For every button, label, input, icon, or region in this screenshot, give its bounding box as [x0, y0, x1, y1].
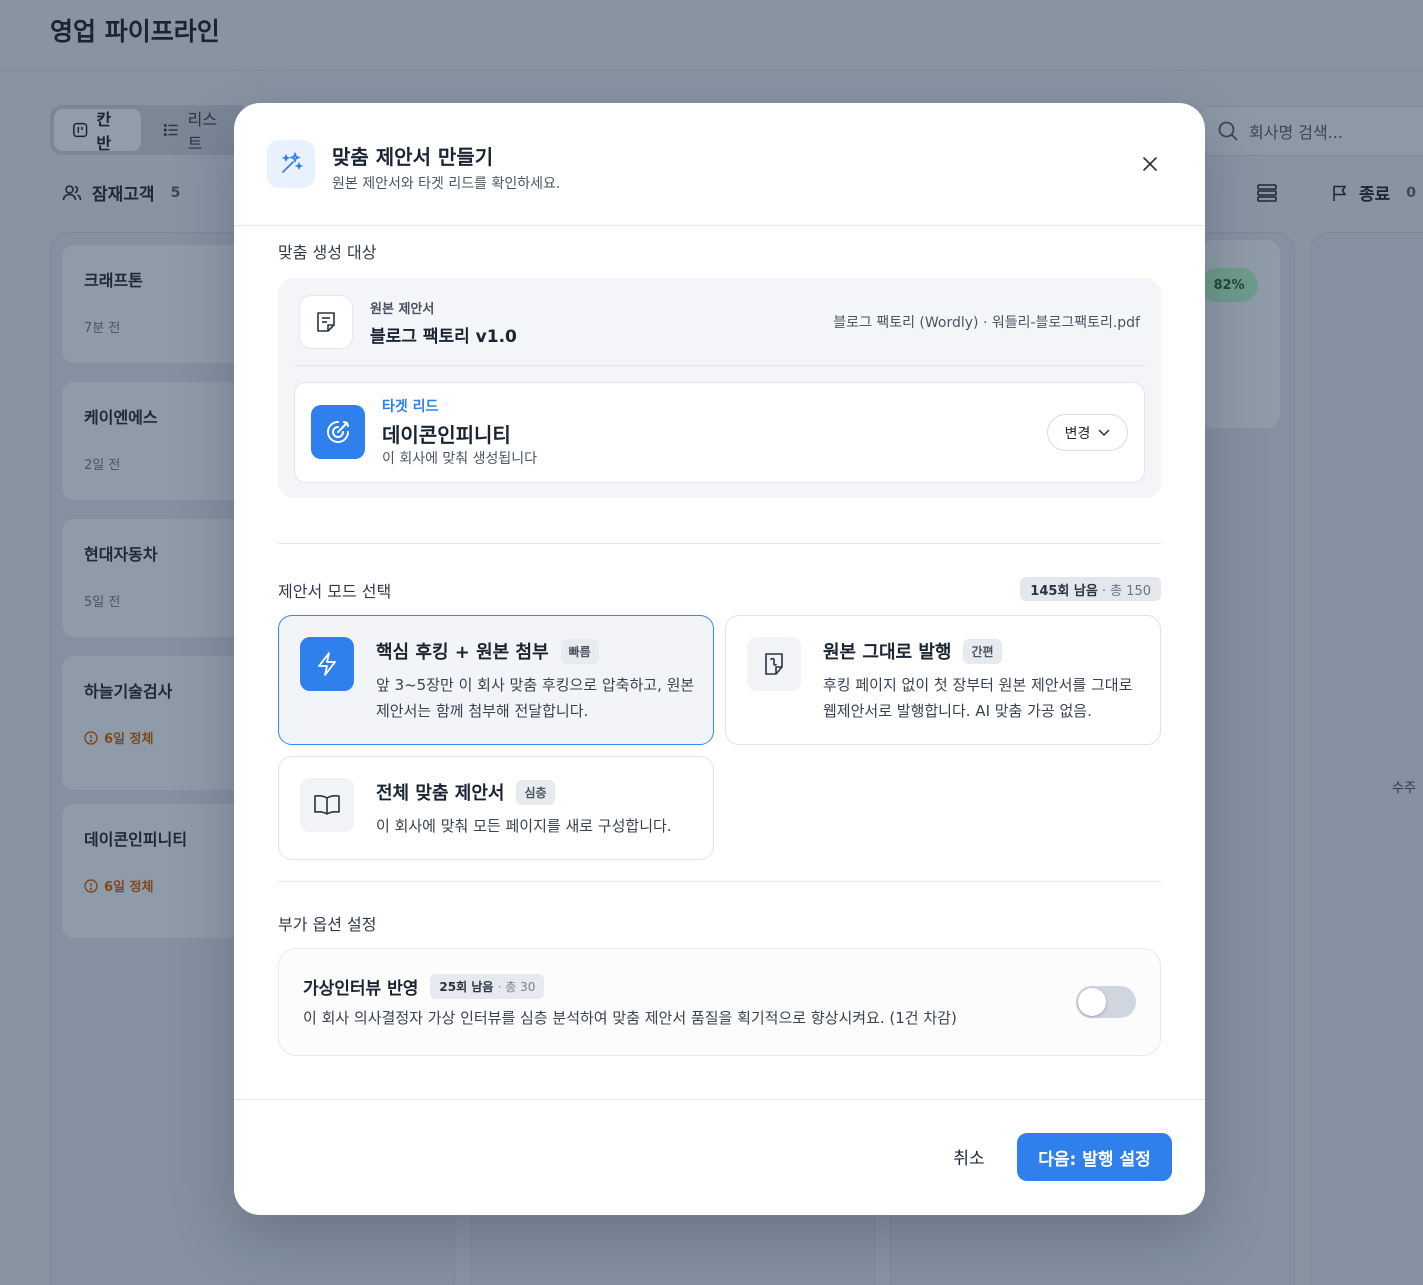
search-placeholder: 회사명 검색...: [1249, 123, 1343, 142]
option-title: 가상인터뷰 반영 25회 남음 · 총 30: [303, 974, 545, 999]
flag-icon: [1333, 185, 1347, 201]
change-lead-button[interactable]: 변경: [1047, 414, 1128, 451]
modal-footer: 취소 다음: 발행 설정: [234, 1099, 1205, 1215]
tab-list[interactable]: 리스트: [145, 109, 246, 153]
header-divider: [0, 70, 1423, 71]
target-lead-card: 타겟 리드 데이콘인피니티 이 회사에 맞춰 생성됩니다 변경: [294, 382, 1145, 483]
change-lead-label: 변경: [1064, 425, 1091, 442]
custom-proposal-modal: 맞춤 제안서 만들기 원본 제안서와 타겟 리드를 확인하세요. 맞춤 생성 대…: [234, 103, 1205, 1215]
modal-header: 맞춤 제안서 만들기 원본 제안서와 타겟 리드를 확인하세요.: [234, 103, 1205, 226]
source-proposal-label: 원본 제안서: [370, 302, 435, 317]
mode-quota-remaining: 145회 남음: [1030, 583, 1098, 599]
mode-title: 핵심 후킹 + 원본 첨부 빠름: [376, 638, 599, 664]
toggle-knob: [1078, 988, 1106, 1016]
kanban-icon: [73, 122, 88, 138]
option-description: 이 회사 의사결정자 가상 인터뷰를 심층 분석하여 맞춤 제안서 품질을 획기…: [303, 1009, 957, 1027]
chevron-down-icon: [1099, 429, 1110, 436]
target-icon: [311, 405, 365, 459]
users-icon: [62, 184, 82, 200]
option-quota-badge: 25회 남음 · 총 30: [430, 974, 545, 999]
magic-wand-icon: [267, 140, 315, 188]
source-proposal-name: 블로그 팩토리 v1.0: [370, 327, 517, 347]
virtual-interview-toggle[interactable]: [1076, 986, 1136, 1018]
mode-description: 앞 3~5장만 이 회사 맞춤 후킹으로 압축하고, 원본 제안서는 함께 첨부…: [376, 676, 695, 720]
target-lead-label: 타겟 리드: [382, 399, 439, 415]
document-icon: [299, 295, 353, 349]
option-section-label: 부가 옵션 설정: [278, 915, 377, 934]
mode-tag: 빠름: [560, 638, 599, 664]
mode-option-full-custom[interactable]: 전체 맞춤 제안서 심층 이 회사에 맞춰 모든 페이지를 새로 구성합니다.: [278, 756, 714, 860]
column-count-closed: 0: [1406, 184, 1417, 201]
modal-title: 맞춤 제안서 만들기: [332, 145, 494, 169]
view-switch: 칸반 리스트: [50, 105, 250, 155]
mode-title-text: 핵심 후킹 + 원본 첨부: [376, 642, 549, 663]
column-count-prospects: 5: [170, 184, 181, 201]
alert-circle-icon: [84, 730, 98, 745]
tab-kanban-label: 칸반: [96, 110, 112, 153]
column-header-prospects: 잠재고객 5: [62, 180, 180, 205]
list-icon: [164, 123, 178, 137]
alert-circle-icon: [84, 878, 98, 893]
probability-badge: 82%: [1200, 268, 1258, 302]
mode-title: 원본 그대로 발행 간편: [823, 638, 1002, 664]
option-quota-remaining: 25회 남음: [439, 980, 494, 994]
column-title-closed: 종료: [1359, 185, 1391, 205]
close-icon: [1143, 157, 1157, 171]
divider: [294, 365, 1145, 366]
company-search-input[interactable]: 회사명 검색...: [1198, 106, 1423, 156]
option-quota-total: · 총 30: [497, 980, 536, 994]
mode-tag: 간편: [963, 638, 1002, 664]
modal-subtitle: 원본 제안서와 타겟 리드를 확인하세요.: [332, 176, 561, 192]
mode-option-hook-attach[interactable]: 핵심 후킹 + 원본 첨부 빠름 앞 3~5장만 이 회사 맞춤 후킹으로 압축…: [278, 615, 714, 745]
column-header-closed: 종료 0: [1257, 180, 1416, 205]
stack-icon: [1257, 183, 1277, 202]
mode-section-label: 제안서 모드 선택: [278, 582, 392, 601]
sticky-note-icon: [747, 637, 801, 691]
mode-title-text: 전체 맞춤 제안서: [376, 783, 505, 804]
mode-quota-total: · 총 150: [1101, 583, 1151, 599]
option-title-text: 가상인터뷰 반영: [303, 979, 419, 999]
mode-tag: 심층: [516, 779, 555, 805]
tab-kanban[interactable]: 칸반: [54, 109, 142, 153]
source-proposal-file: 블로그 팩토리 (Wordly) · 워들리-블로그팩토리.pdf: [833, 315, 1140, 331]
target-summary: 원본 제안서 블로그 팩토리 v1.0 블로그 팩토리 (Wordly) · 워…: [278, 278, 1161, 498]
virtual-interview-option: 가상인터뷰 반영 25회 남음 · 총 30 이 회사 의사결정자 가상 인터뷰…: [278, 948, 1161, 1056]
divider: [278, 543, 1161, 544]
target-lead-name: 데이콘인피니티: [382, 423, 511, 447]
search-icon: [1218, 121, 1238, 141]
mode-quota-badge: 145회 남음 · 총 150: [1020, 577, 1161, 601]
target-lead-description: 이 회사에 맞춰 생성됩니다: [382, 451, 538, 467]
kanban-column: [1310, 232, 1423, 1285]
divider: [278, 881, 1161, 882]
mode-title: 전체 맞춤 제안서 심층: [376, 779, 555, 805]
next-publish-settings-button[interactable]: 다음: 발행 설정: [1017, 1133, 1172, 1181]
lightning-icon: [300, 637, 354, 691]
cancel-button[interactable]: 취소: [939, 1132, 999, 1180]
mode-description: 이 회사에 맞춰 모든 페이지를 새로 구성합니다.: [376, 817, 672, 835]
lead-card-stale-text: 6일 정체: [104, 880, 154, 895]
column-stub-text: 수주: [1392, 781, 1416, 796]
mode-description: 후킹 페이지 없이 첫 장부터 원본 제안서를 그대로 웹제안서로 발행합니다.…: [823, 676, 1133, 720]
book-open-icon: [300, 778, 354, 832]
close-button[interactable]: [1137, 151, 1163, 177]
mode-title-text: 원본 그대로 발행: [823, 642, 952, 663]
page-title: 영업 파이프라인: [50, 17, 220, 46]
mode-option-original[interactable]: 원본 그대로 발행 간편 후킹 페이지 없이 첫 장부터 원본 제안서를 그대로…: [725, 615, 1161, 745]
tab-list-label: 리스트: [187, 110, 218, 153]
lead-card-stale-text: 6일 정체: [104, 732, 154, 747]
target-section-label: 맞춤 생성 대상: [278, 243, 377, 262]
column-title-prospects: 잠재고객: [92, 185, 155, 205]
